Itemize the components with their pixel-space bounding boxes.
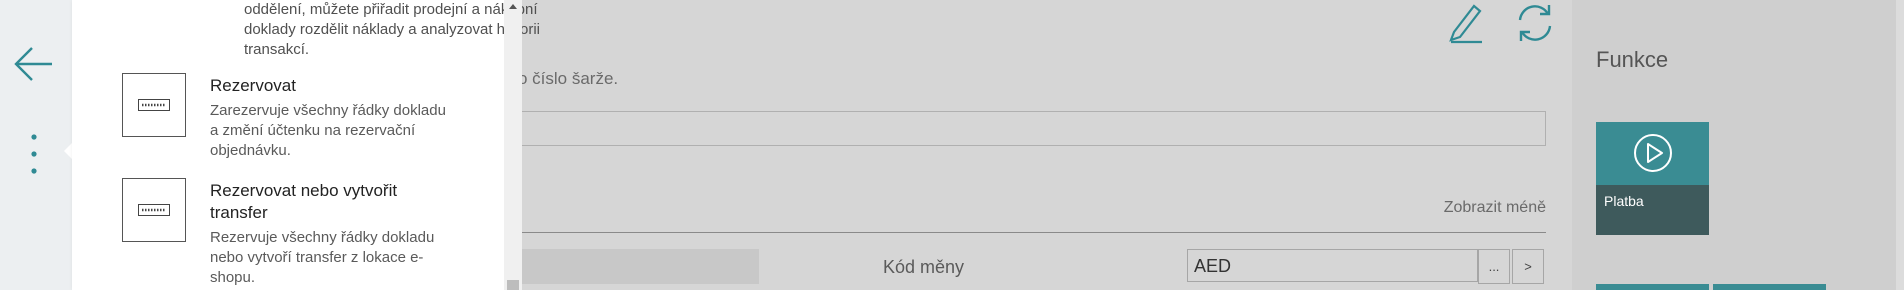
helper-text: o číslo šarže. xyxy=(518,69,619,88)
edit-icon[interactable] xyxy=(1438,0,1488,46)
menu-item-reserve-or-transfer[interactable]: Rezervovat nebo vytvořit transfer Rezerv… xyxy=(122,178,452,290)
back-arrow-icon[interactable] xyxy=(12,42,56,86)
payment-tile-label: Platba xyxy=(1604,193,1644,209)
currency-next-button[interactable]: > xyxy=(1512,249,1544,284)
menu-item-description: oddělení, můžete přiřadit prodejní a nák… xyxy=(244,1,540,58)
factbox-pane: Funkce Platba xyxy=(1572,0,1904,290)
actions-dropdown: oddělení, můžete přiřadit prodejní a nák… xyxy=(72,0,540,290)
main-content: o číslo šarže. Zobrazit méně Kód měny AE… xyxy=(518,0,1572,290)
play-circle-icon xyxy=(1633,133,1673,178)
page-scrollbar[interactable] xyxy=(1896,0,1904,290)
factbox-title: Funkce xyxy=(1596,47,1669,72)
text-field[interactable] xyxy=(518,111,1546,146)
scroll-up-icon[interactable] xyxy=(504,0,522,12)
more-options-icon[interactable] xyxy=(28,132,40,176)
left-rail xyxy=(0,0,72,290)
tile-peek[interactable] xyxy=(1713,284,1826,290)
menu-item-title: Rezervovat xyxy=(210,76,296,95)
scroll-thumb[interactable] xyxy=(507,280,519,290)
disabled-field xyxy=(518,249,759,284)
dropdown-scrollbar[interactable] xyxy=(504,0,522,290)
menu-item-reserve[interactable]: Rezervovat Zarezervuje všechny řádky dok… xyxy=(122,73,452,163)
show-less-link[interactable]: Zobrazit méně xyxy=(1444,199,1546,217)
payment-tile[interactable]: Platba xyxy=(1596,122,1709,235)
currency-code-label: Kód měny xyxy=(883,257,965,277)
keyboard-icon xyxy=(122,178,186,242)
menu-item-title: Rezervovat nebo vytvořit transfer xyxy=(210,181,398,222)
menu-item-description: Rezervuje všechny řádky dokladu nebo vyt… xyxy=(210,229,435,286)
menu-item-description: Zarezervuje všechny řádky dokladu a změn… xyxy=(210,102,446,159)
refresh-icon[interactable] xyxy=(1512,0,1558,46)
keyboard-icon xyxy=(122,73,186,137)
tile-peek[interactable] xyxy=(1596,284,1709,290)
currency-lookup-button[interactable]: ... xyxy=(1478,249,1510,284)
currency-code-input[interactable]: AED xyxy=(1187,249,1478,282)
section-divider xyxy=(518,232,1546,233)
